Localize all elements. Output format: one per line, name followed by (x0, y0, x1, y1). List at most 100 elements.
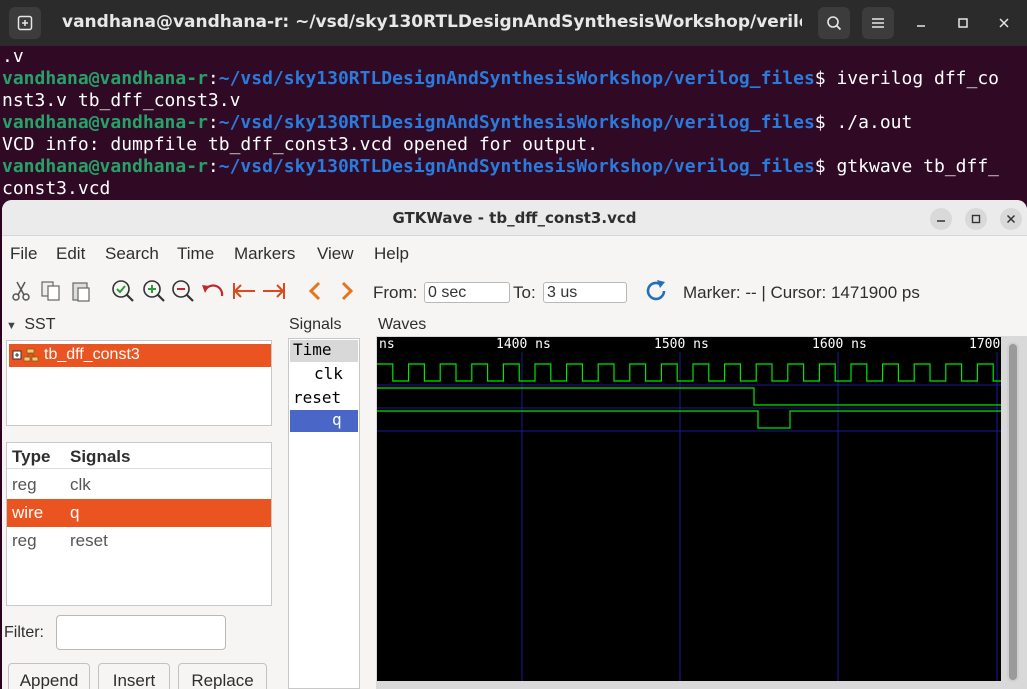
signals-column-header[interactable]: Signals (70, 447, 130, 467)
terminal-line: vandhana@vandhana-r:~/vsd/sky130RTLDesig… (2, 112, 913, 133)
signal-name: q (70, 503, 80, 522)
signal-row-clk[interactable]: clk (314, 364, 358, 386)
gtkwave-titlebar: GTKWave - tb_dff_const3.vcd (2, 200, 1027, 236)
signal-row-q[interactable]: q (290, 410, 358, 432)
menu-view[interactable]: View (317, 244, 354, 264)
filter-input[interactable] (56, 615, 226, 650)
close-icon (999, 18, 1009, 28)
zoom-fit-icon (112, 280, 134, 302)
time-label: 1600 ns (812, 337, 867, 352)
type-column-header[interactable]: Type (12, 447, 50, 467)
zoom-to-end-button[interactable] (261, 278, 287, 304)
undo-zoom-button[interactable] (200, 278, 226, 304)
menu-help[interactable]: Help (374, 244, 409, 264)
arrow-left-bar-icon (233, 283, 255, 299)
terminal-line: vandhana@vandhana-r:~/vsd/sky130RTLDesig… (2, 156, 1000, 177)
signal-row-reset[interactable]: reset (293, 388, 357, 410)
signal-type: wire (12, 503, 44, 522)
reload-button[interactable] (643, 278, 669, 304)
terminal-line: vandhana@vandhana-r:~/vsd/sky130RTLDesig… (2, 68, 1000, 89)
terminal-title: vandhana@vandhana-r: ~/vsd/sky130RTLDesi… (62, 12, 802, 32)
menu-time[interactable]: Time (177, 244, 214, 264)
reload-icon (646, 280, 666, 301)
to-input[interactable]: 3 us (543, 282, 627, 303)
terminal-line: nst3.v tb_dff_const3.v (2, 90, 241, 111)
minimize-icon (917, 25, 925, 27)
gtk-minimize-button[interactable] (930, 208, 952, 230)
arrow-right-bar-icon (263, 283, 285, 299)
copy-button[interactable] (38, 278, 64, 304)
terminal-line: .v (2, 46, 24, 67)
copy-icon (41, 281, 60, 301)
zoom-out-icon (172, 280, 194, 302)
maximize-icon (971, 214, 981, 224)
append-button[interactable]: Append (8, 663, 90, 689)
terminal-output[interactable]: .v vandhana@vandhana-r:~/vsd/sky130RTLDe… (0, 46, 1027, 206)
terminal-maximize-button[interactable] (947, 7, 979, 39)
table-header: Type Signals (7, 443, 271, 469)
paste-icon (72, 282, 90, 302)
terminal-titlebar: vandhana@vandhana-r: ~/vsd/sky130RTLDesi… (0, 0, 1027, 46)
menu-file[interactable]: File (10, 244, 37, 264)
close-icon (1006, 214, 1016, 224)
chevron-left-icon (308, 281, 321, 301)
collapse-triangle-icon: ▼ (6, 320, 17, 332)
gtk-maximize-button[interactable] (965, 208, 987, 230)
sst-item-label: tb_dff_const3 (44, 346, 140, 363)
table-row[interactable]: wire q (7, 499, 271, 527)
sst-header[interactable]: ▼ SST (6, 316, 55, 334)
menu-markers[interactable]: Markers (234, 244, 295, 264)
new-tab-icon (17, 15, 33, 31)
hamburger-icon (872, 18, 884, 28)
time-label: 1400 ns (496, 337, 551, 352)
prev-edge-button[interactable] (302, 278, 328, 304)
sst-label: SST (24, 316, 56, 333)
undo-icon (202, 284, 224, 297)
waves-pane-label: Waves (378, 316, 427, 333)
to-label: To: (513, 283, 536, 302)
signal-type: reg (12, 531, 37, 550)
menu-edit[interactable]: Edit (56, 244, 85, 264)
zoom-in-button[interactable] (141, 278, 167, 304)
waveform-display[interactable]: ns 1400 ns 1500 ns 1600 ns 1700 (376, 336, 1027, 689)
next-edge-button[interactable] (334, 278, 360, 304)
zoom-in-icon (143, 280, 165, 302)
waveform-canvas[interactable] (377, 337, 1001, 681)
module-expander-icon (12, 348, 39, 362)
terminal-line: VCD info: dumpfile tb_dff_const3.vcd ope… (2, 134, 599, 155)
terminal-minimize-button[interactable] (905, 7, 937, 39)
filter-label: Filter: (4, 624, 44, 641)
signal-row-time[interactable]: Time (290, 340, 358, 362)
menu-search[interactable]: Search (105, 244, 159, 264)
zoom-fit-button[interactable] (110, 278, 136, 304)
sst-tree-item[interactable]: tb_dff_const3 (9, 344, 271, 367)
table-row[interactable]: reg clk (7, 471, 271, 499)
zoom-out-button[interactable] (170, 278, 196, 304)
terminal-menu-button[interactable] (862, 7, 894, 39)
new-tab-button[interactable] (9, 7, 41, 39)
cut-button[interactable] (8, 278, 34, 304)
cut-icon (12, 281, 30, 301)
sst-tree[interactable]: tb_dff_const3 (6, 340, 272, 426)
chevron-right-icon (341, 281, 354, 301)
maximize-icon (958, 18, 968, 28)
signal-name: reset (70, 531, 108, 550)
menu-bar: File Edit Search Time Markers View Help (2, 237, 1027, 269)
signals-pane[interactable]: Time clk reset q (288, 338, 360, 689)
time-label: 1500 ns (654, 337, 709, 352)
terminal-search-button[interactable] (818, 7, 850, 39)
table-row[interactable]: reg reset (7, 527, 271, 555)
scrollbar-thumb[interactable] (1009, 344, 1017, 680)
gtkwave-window: GTKWave - tb_dff_const3.vcd File Edit Se… (2, 200, 1027, 689)
replace-button[interactable]: Replace (178, 663, 267, 689)
from-input[interactable]: 0 sec (424, 282, 510, 303)
time-label: ns (379, 337, 395, 352)
zoom-to-start-button[interactable] (231, 278, 257, 304)
insert-button[interactable]: Insert (98, 663, 170, 689)
time-label: 1700 (969, 337, 1000, 352)
gtk-close-button[interactable] (1000, 208, 1022, 230)
paste-button[interactable] (68, 278, 94, 304)
terminal-close-button[interactable] (988, 7, 1020, 39)
toolbar: From: 0 sec To: 3 us Marker: -- | Cursor… (2, 272, 1027, 312)
signals-pane-label: Signals (289, 316, 342, 333)
